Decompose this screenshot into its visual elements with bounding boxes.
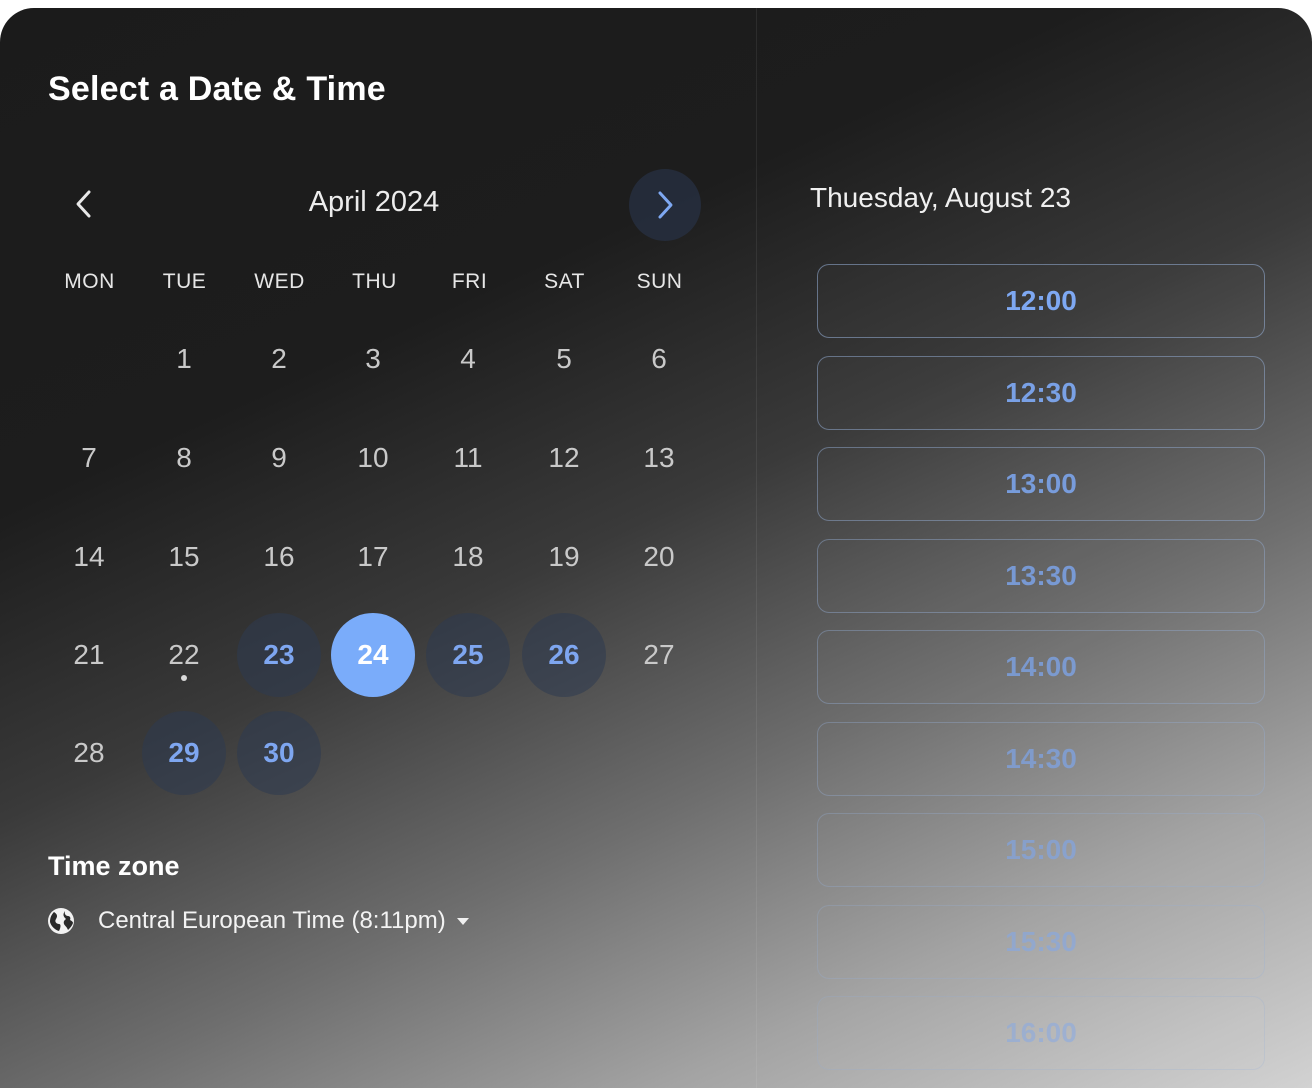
weekday-fri: FRI	[451, 270, 488, 293]
prev-month-button[interactable]	[58, 164, 110, 244]
calendar-day-18: 18	[452, 541, 484, 572]
weekday-mon: MON	[64, 270, 115, 293]
timezone-select[interactable]: Central European Time (8:11pm)	[46, 902, 470, 940]
time-slot-button[interactable]: 16:00	[817, 996, 1265, 1070]
calendar-day-26[interactable]: 26	[522, 613, 606, 697]
time-slot-button[interactable]: 14:00	[817, 630, 1265, 704]
weekday-sun: SUN	[636, 270, 683, 293]
time-slot-button[interactable]: 12:30	[817, 355, 1265, 430]
calendar-day-12: 12	[548, 442, 580, 473]
calendar-day-19: 19	[548, 541, 580, 572]
calendar-day-5: 5	[556, 343, 572, 374]
timezone-value: Central European Time (8:11pm)	[98, 907, 446, 934]
calendar-day-29[interactable]: 29	[142, 711, 226, 795]
caret-down-icon	[456, 918, 469, 925]
globe-icon	[48, 908, 74, 934]
timezone-label: Time zone	[48, 851, 180, 881]
calendar-day-13: 13	[643, 442, 675, 473]
calendar-day-17: 17	[357, 541, 389, 572]
calendar-day-20: 20	[643, 541, 675, 572]
calendar-day-8: 8	[176, 442, 192, 473]
calendar-day-30[interactable]: 30	[237, 711, 321, 795]
calendar-day-3: 3	[365, 343, 381, 374]
calendar-day-24[interactable]: 24	[331, 613, 415, 697]
calendar-day-4: 4	[460, 343, 476, 374]
time-slot-button[interactable]: 14:30	[817, 721, 1265, 796]
calendar-day-27: 27	[643, 639, 675, 670]
weekday-tue: TUE	[162, 270, 207, 293]
panel-divider	[756, 8, 757, 1088]
time-slot-button[interactable]: 13:00	[817, 447, 1265, 521]
scheduler-card: Select a Date & Time April 2024 MON TUE WE…	[0, 8, 1312, 1088]
calendar-day-1: 1	[176, 343, 192, 374]
time-slot-button[interactable]: 13:30	[817, 538, 1265, 613]
time-slot-button[interactable]: 15:00	[817, 813, 1265, 887]
calendar-day-15: 15	[168, 541, 200, 572]
calendar-day-7: 7	[81, 442, 97, 473]
chevron-right-icon	[658, 191, 673, 219]
calendar-day-21: 21	[73, 639, 105, 670]
calendar-day-14: 14	[73, 541, 105, 572]
chevron-left-icon	[76, 190, 91, 218]
month-label: April 2024	[308, 186, 440, 218]
weekday-sat: SAT	[544, 270, 585, 293]
calendar-day-2: 2	[271, 343, 287, 374]
calendar-day-25[interactable]: 25	[426, 613, 510, 697]
calendar-day-22: 22	[142, 613, 226, 697]
page-title: Select a Date & Time	[48, 70, 386, 108]
calendar-day-9: 9	[271, 442, 287, 473]
time-slot-button[interactable]: 15:30	[817, 904, 1265, 979]
calendar-day-6: 6	[651, 343, 667, 374]
calendar-day-16: 16	[263, 541, 295, 572]
calendar-day-28: 28	[73, 737, 105, 768]
calendar-day-11: 11	[453, 442, 483, 473]
calendar-day-10: 10	[357, 442, 389, 473]
weekday-wed: WED	[254, 270, 305, 293]
time-slot-button[interactable]: 12:00	[817, 264, 1265, 338]
weekday-thu: THU	[352, 270, 397, 293]
next-month-button[interactable]	[629, 169, 701, 241]
calendar-day-23[interactable]: 23	[237, 613, 321, 697]
selected-date-label: Thuesday, August 23	[810, 182, 1071, 213]
today-indicator	[181, 675, 187, 681]
